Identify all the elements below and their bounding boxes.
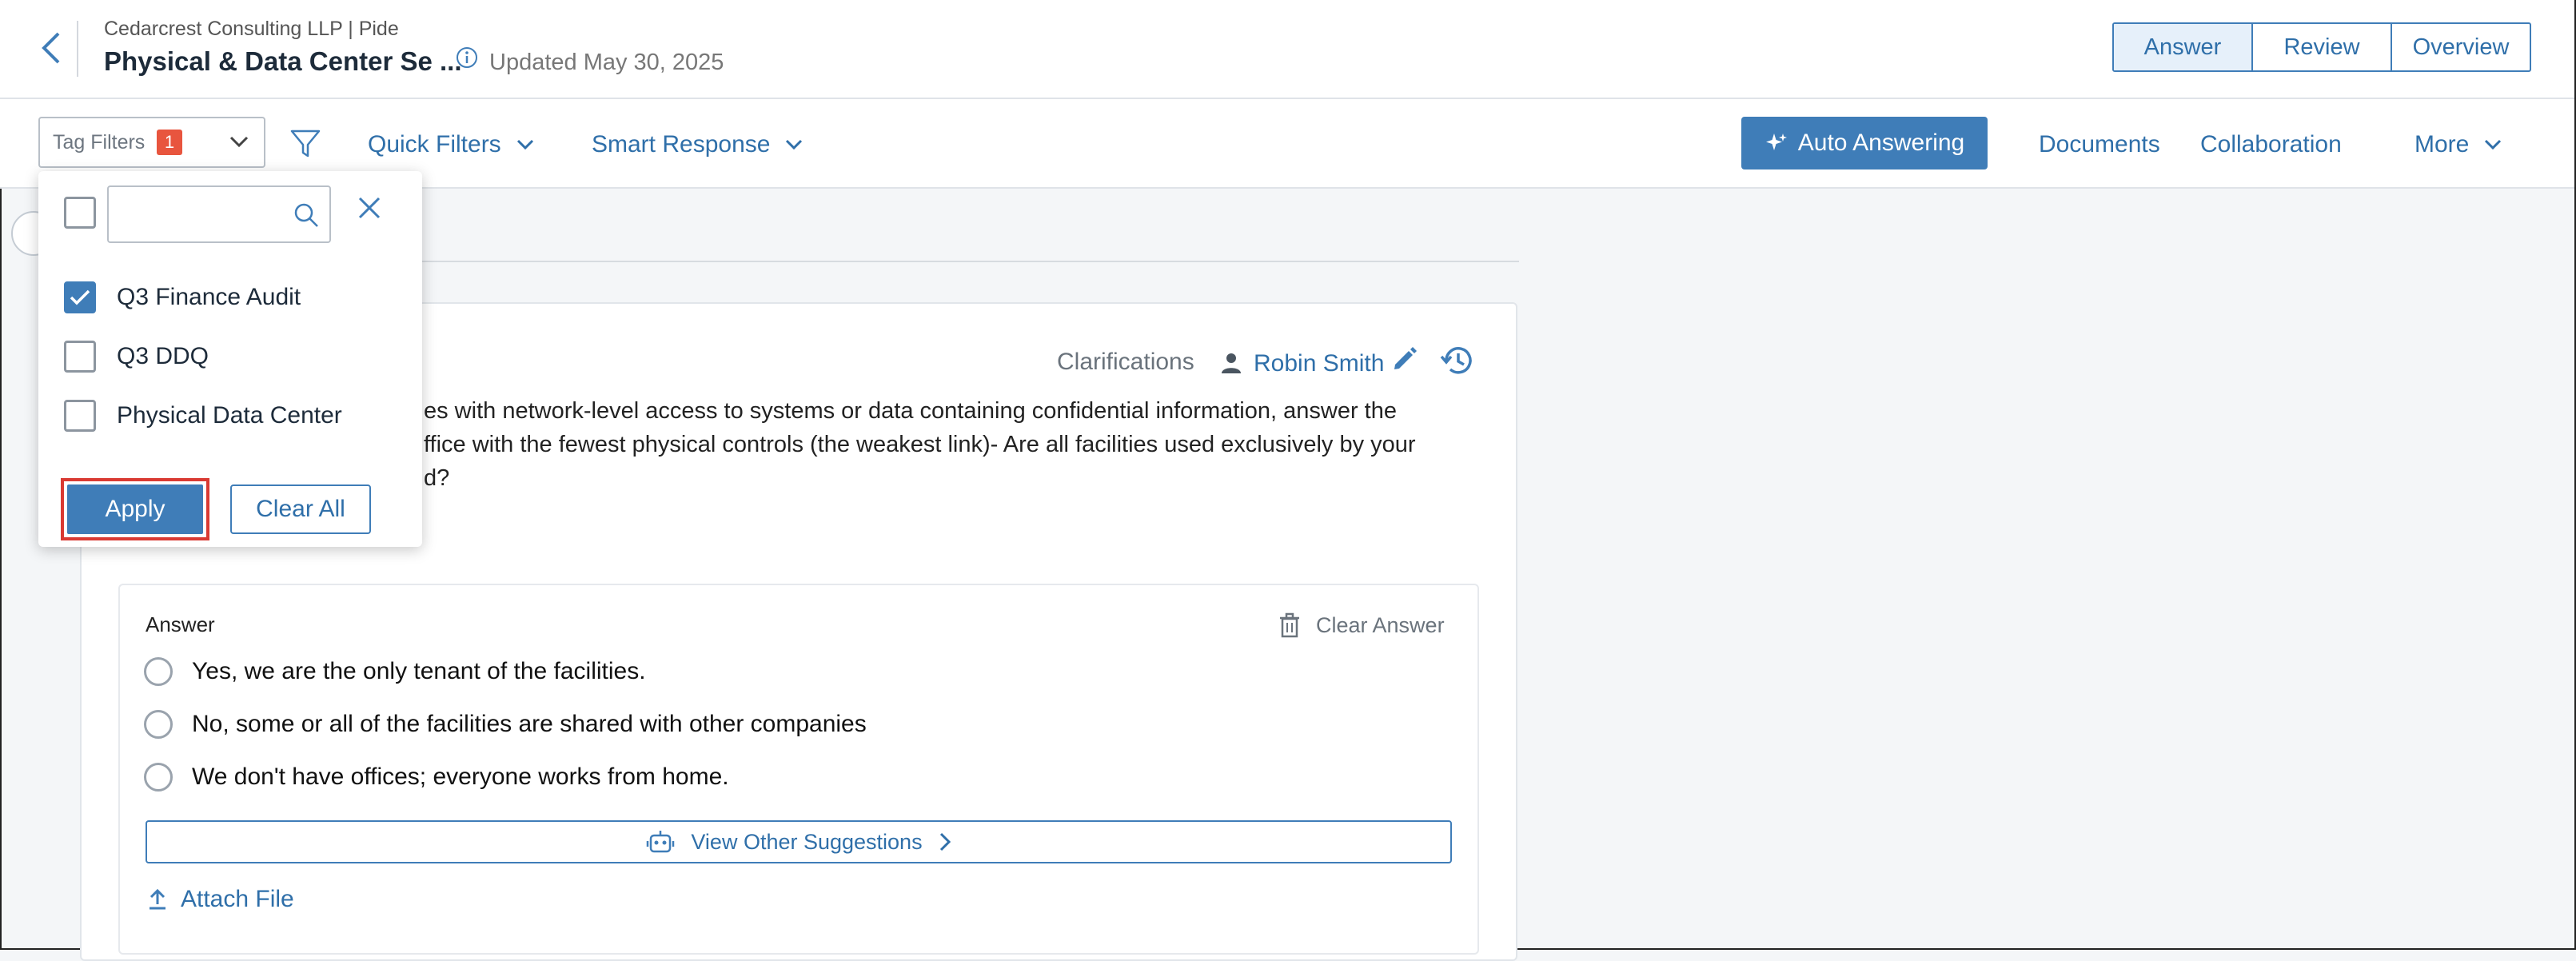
tag-option[interactable]: Q3 Finance Audit [64, 281, 301, 313]
attach-file-button[interactable]: Attach File [147, 886, 294, 913]
attach-file-label: Attach File [181, 886, 294, 912]
answer-option-label: We don't have offices; everyone works fr… [192, 764, 729, 790]
documents-link[interactable]: Documents [2039, 131, 2160, 158]
tag-filters-select[interactable]: Tag Filters 1 [38, 117, 265, 168]
quick-filters-menu[interactable]: Quick Filters [368, 131, 535, 158]
header-divider [77, 21, 78, 77]
trash-icon [1280, 612, 1299, 638]
tag-option-label: Q3 DDQ [117, 343, 209, 369]
edit-pencil-icon[interactable] [1391, 345, 1418, 377]
checkmark-icon [70, 289, 90, 305]
filter-funnel-icon[interactable] [289, 128, 321, 164]
chevron-down-icon [229, 134, 249, 153]
clear-answer-button[interactable]: Clear Answer [1278, 612, 1445, 638]
tag-option[interactable]: Q3 DDQ [64, 341, 209, 373]
chevron-right-icon [939, 832, 951, 851]
quick-filters-label: Quick Filters [368, 131, 501, 158]
question-text-line: d? [424, 465, 450, 491]
page-header: Cedarcrest Consulting LLP | Pide Physica… [0, 0, 2574, 99]
chevron-down-icon [516, 139, 533, 150]
person-icon [1220, 352, 1242, 378]
view-switcher: Answer Review Overview [2112, 22, 2531, 72]
view-other-suggestions-button[interactable]: View Other Suggestions [146, 820, 1452, 863]
radio-button[interactable] [144, 710, 173, 739]
sparkle-icon [1765, 134, 1787, 150]
documents-label: Documents [2039, 131, 2160, 158]
clear-answer-label: Clear Answer [1316, 612, 1445, 637]
tag-filters-label: Tag Filters [53, 131, 146, 154]
tag-checkbox[interactable] [64, 281, 96, 313]
clear-all-button[interactable]: Clear All [230, 484, 371, 534]
back-icon[interactable] [32, 24, 70, 72]
smart-response-menu[interactable]: Smart Response [592, 131, 804, 158]
updated-date: Updated May 30, 2025 [489, 50, 724, 75]
radio-button[interactable] [144, 763, 173, 792]
collaboration-link[interactable]: Collaboration [2200, 131, 2342, 158]
upload-icon [150, 888, 165, 910]
tab-review[interactable]: Review [2251, 24, 2391, 70]
chevron-down-icon [2485, 139, 2502, 150]
tag-filters-count-badge: 1 [157, 130, 182, 155]
info-icon[interactable] [456, 46, 478, 69]
answer-option[interactable]: Yes, we are the only tenant of the facil… [144, 657, 646, 686]
radio-button[interactable] [144, 657, 173, 686]
tag-checkbox[interactable] [64, 341, 96, 373]
tag-filter-dropdown: Q3 Finance Audit Q3 DDQ Physical Data Ce… [38, 171, 422, 547]
answer-option-label: Yes, we are the only tenant of the facil… [192, 658, 646, 684]
clarifications-link[interactable]: Clarifications [1057, 349, 1194, 376]
tag-option-label: Q3 Finance Audit [117, 284, 301, 310]
tab-overview[interactable]: Overview [2391, 24, 2530, 70]
assignee-name[interactable]: Robin Smith [1254, 350, 1384, 377]
view-suggestions-label: View Other Suggestions [691, 829, 923, 854]
answer-option[interactable]: No, some or all of the facilities are sh… [144, 710, 867, 739]
chevron-down-icon [786, 139, 803, 150]
more-menu[interactable]: More [2415, 131, 2502, 158]
answer-option-label: No, some or all of the facilities are sh… [192, 711, 867, 737]
company-label: Cedarcrest Consulting LLP | Pide [104, 18, 399, 40]
auto-answering-label: Auto Answering [1797, 130, 1965, 156]
page-title: Physical & Data Center Se ... [104, 46, 462, 76]
answer-label: Answer [146, 612, 215, 636]
search-icon [293, 201, 320, 233]
auto-answering-button[interactable]: Auto Answering [1741, 117, 1988, 169]
close-icon[interactable] [357, 195, 382, 225]
more-label: More [2415, 131, 2470, 158]
question-text-line: es with network-level access to systems … [424, 398, 1397, 424]
tag-option[interactable]: Physical Data Center [64, 400, 342, 432]
apply-button[interactable]: Apply [67, 484, 203, 534]
select-all-checkbox[interactable] [64, 197, 96, 229]
tab-answer[interactable]: Answer [2114, 24, 2251, 70]
question-text-line: ffice with the fewest physical controls … [424, 432, 1416, 457]
smart-response-label: Smart Response [592, 131, 771, 158]
answer-option[interactable]: We don't have offices; everyone works fr… [144, 763, 729, 792]
collaboration-label: Collaboration [2200, 131, 2342, 158]
tag-option-label: Physical Data Center [117, 402, 342, 429]
tag-checkbox[interactable] [64, 400, 96, 432]
history-icon[interactable] [1439, 342, 1476, 383]
robot-icon [647, 831, 675, 853]
